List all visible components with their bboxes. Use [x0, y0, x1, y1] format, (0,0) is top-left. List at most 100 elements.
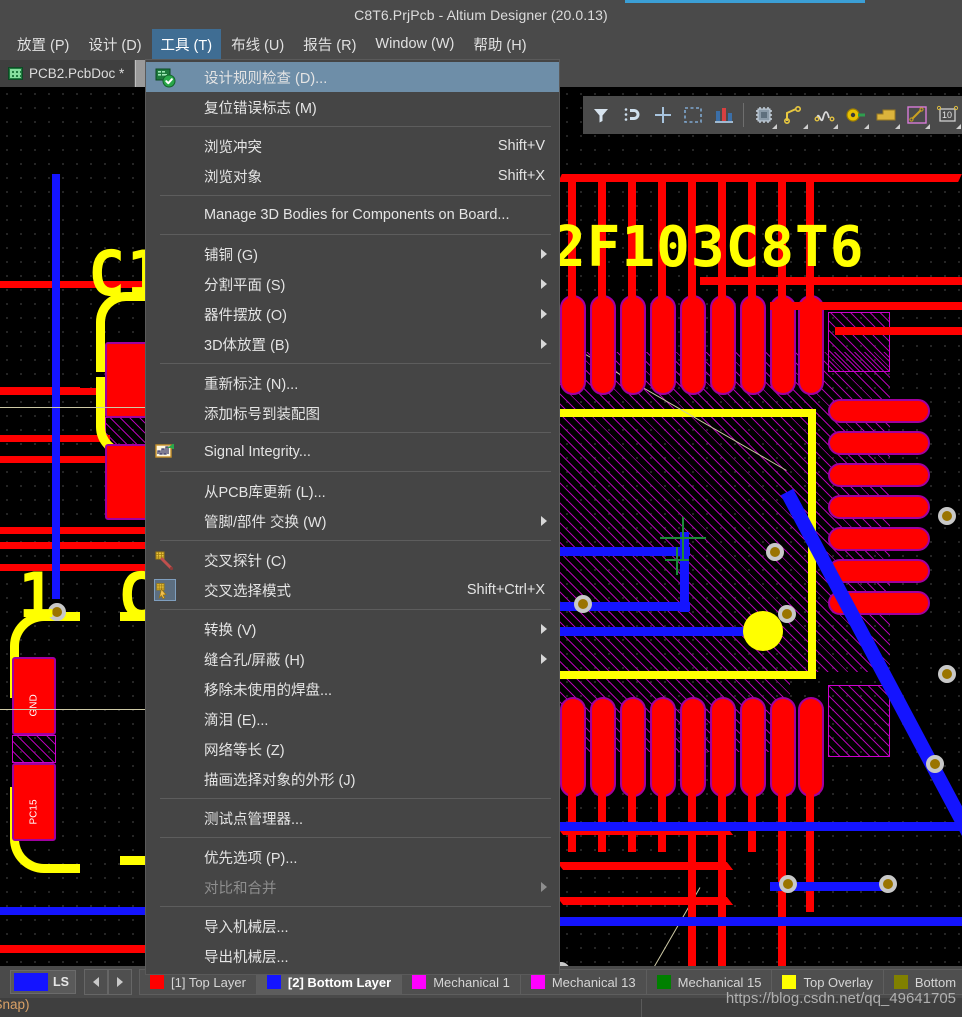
menu-item-equalize-net-lengths[interactable]: 网络等长 (Z) [146, 734, 559, 764]
pad-circle-marker [743, 611, 783, 651]
menu-item-remove-unused-pads[interactable]: 移除未使用的焊盘... [146, 674, 559, 704]
menu-item-design-rule-check[interactable]: 设计规则检查 (D)... [146, 62, 559, 92]
selection-rectangle-icon[interactable] [679, 100, 708, 130]
menu-bar: 放置 (P) 设计 (D) 工具 (T) 布线 (U) 报告 (R) Windo… [0, 28, 962, 61]
menu-item-label: 转换 (V) [204, 622, 257, 639]
crosshair-icon[interactable] [648, 100, 677, 130]
pcb-tools-toolbar: 10 [583, 96, 962, 134]
menu-item-label: 描画选择对象的外形 (J) [204, 772, 356, 789]
component-place-icon[interactable] [749, 100, 778, 130]
menu-item-signal-integrity[interactable]: Signal Integrity... [146, 437, 559, 467]
menu-item-update-from-pcb-library[interactable]: 从PCB库更新 (L)... [146, 476, 559, 506]
menu-item-label: 网络等长 (Z) [204, 742, 285, 759]
prev-layer-arrow-icon[interactable] [83, 969, 108, 995]
trace-top [0, 945, 160, 953]
menu-item-label: 导出机械层... [204, 949, 289, 966]
menu-item-import-mechanical-layers[interactable]: 导入机械层... [146, 911, 559, 941]
layer-tab-label: Mechanical 13 [551, 974, 636, 990]
trace-top [770, 302, 962, 310]
menu-reports[interactable]: 报告 (R) [294, 29, 365, 61]
drc-check-icon [154, 66, 176, 88]
dimension-icon[interactable] [903, 100, 932, 130]
svg-text:10: 10 [942, 110, 952, 120]
menu-item-component-placement[interactable]: 器件摆放 (O) [146, 299, 559, 329]
status-bar-divider [641, 999, 642, 1017]
altium-designer-window: C8T6.PrjPcb - Altium Designer (20.0.13) … [0, 0, 962, 1017]
measure-10-icon[interactable]: 10 [933, 100, 962, 130]
polygon-pour-icon[interactable] [872, 100, 901, 130]
menu-item-reset-error-markers[interactable]: 复位错误标志 (M) [146, 92, 559, 122]
menu-item-re-annotate[interactable]: 重新标注 (N)... [146, 368, 559, 398]
pad-net-label: PC15 [28, 799, 40, 825]
copper-pour-region [828, 685, 890, 757]
menu-help[interactable]: 帮助 (H) [464, 29, 535, 61]
menu-item-convert[interactable]: 转换 (V) [146, 614, 559, 644]
trace-top [556, 862, 734, 870]
next-layer-arrow-icon[interactable] [107, 969, 132, 995]
differential-pair-route-icon[interactable] [811, 100, 840, 130]
layer-color-swatch [149, 975, 164, 989]
menu-item-label: 浏览冲突 [204, 139, 262, 156]
magnet-snap-icon[interactable] [618, 100, 647, 130]
ic-pin-pad [560, 697, 586, 797]
menu-item-label: 导入机械层... [204, 919, 289, 936]
via-place-icon[interactable] [841, 100, 870, 130]
ic-pin-pad [620, 295, 646, 395]
menu-separator [160, 471, 551, 472]
route-interactive-icon[interactable] [780, 100, 809, 130]
submenu-arrow-icon [541, 309, 547, 319]
filter-icon[interactable] [587, 100, 616, 130]
document-tab-pcb2[interactable]: PCB2.PcbDoc * [0, 60, 136, 87]
window-accent-line [625, 0, 865, 3]
menu-item-shortcut: Shift+V [497, 138, 545, 154]
menu-item-compare-and-merge: 对比和合并 [146, 872, 559, 902]
ic-pin-pad [710, 697, 736, 797]
silkscreen-designator: 2F103C8T6 [552, 215, 865, 280]
menu-item-label: 复位错误标志 (M) [204, 100, 317, 117]
menu-item-label: 移除未使用的焊盘... [204, 682, 333, 699]
menu-separator [160, 432, 551, 433]
menu-item-cross-select-mode[interactable]: 交叉选择模式 Shift+Ctrl+X [146, 575, 559, 605]
trace-bottom [52, 174, 60, 599]
menu-item-split-planes[interactable]: 分割平面 (S) [146, 269, 559, 299]
menu-separator [160, 609, 551, 610]
ic-pin-pad [680, 697, 706, 797]
trace-top [835, 327, 962, 335]
menu-place[interactable]: 放置 (P) [8, 29, 78, 61]
menu-item-pin-part-swapping[interactable]: 管脚/部件 交换 (W) [146, 506, 559, 536]
menu-item-via-stitching-shielding[interactable]: 缝合孔/屏蔽 (H) [146, 644, 559, 674]
menu-item-preferences[interactable]: 优先选项 (P)... [146, 842, 559, 872]
ratsnest-line [0, 709, 160, 710]
menu-item-teardrops[interactable]: 滴泪 (E)... [146, 704, 559, 734]
menu-tools[interactable]: 工具 (T) [151, 28, 222, 61]
origin-marker [676, 547, 678, 575]
menu-item-3d-body-placement[interactable]: 3D体放置 (B) [146, 329, 559, 359]
trace-top [0, 527, 160, 534]
menu-design[interactable]: 设计 (D) [79, 29, 150, 61]
layer-sets-button[interactable]: LS [10, 970, 76, 994]
menu-item-label: 设计规则检查 (D)... [204, 70, 328, 87]
menu-separator [160, 363, 551, 364]
menu-item-browse-objects[interactable]: 浏览对象 Shift+X [146, 161, 559, 191]
menu-window[interactable]: Window (W) [366, 31, 463, 58]
toolbar-separator [743, 103, 745, 127]
menu-item-testpoint-manager[interactable]: 测试点管理器... [146, 803, 559, 833]
menu-item-label: 优先选项 (P)... [204, 850, 298, 867]
document-tab-label: PCB2.PcbDoc * [29, 66, 125, 81]
menu-item-cross-probe[interactable]: 交叉探针 (C) [146, 545, 559, 575]
ic-pin-pad [590, 697, 616, 797]
menu-item-add-designators-to-assembly[interactable]: 添加标号到装配图 [146, 398, 559, 428]
menu-item-label: 测试点管理器... [204, 811, 304, 828]
layer-color-swatch [782, 975, 797, 989]
menu-item-polygon-pours[interactable]: 铺铜 (G) [146, 239, 559, 269]
menu-route[interactable]: 布线 (U) [222, 29, 293, 61]
layer-stack-icon[interactable] [710, 100, 739, 130]
layer-nav-group [83, 969, 132, 995]
trace-bottom [560, 547, 690, 556]
ic-pin-pad [650, 295, 676, 395]
menu-item-browse-violations[interactable]: 浏览冲突 Shift+V [146, 131, 559, 161]
menu-item-manage-3d-bodies[interactable]: Manage 3D Bodies for Components on Board… [146, 200, 559, 230]
menu-item-outline-selected-objects[interactable]: 描画选择对象的外形 (J) [146, 764, 559, 794]
menu-item-export-mechanical-layers[interactable]: 导出机械层... [146, 941, 559, 971]
layer-tab-label: Mechanical 1 [433, 974, 510, 990]
